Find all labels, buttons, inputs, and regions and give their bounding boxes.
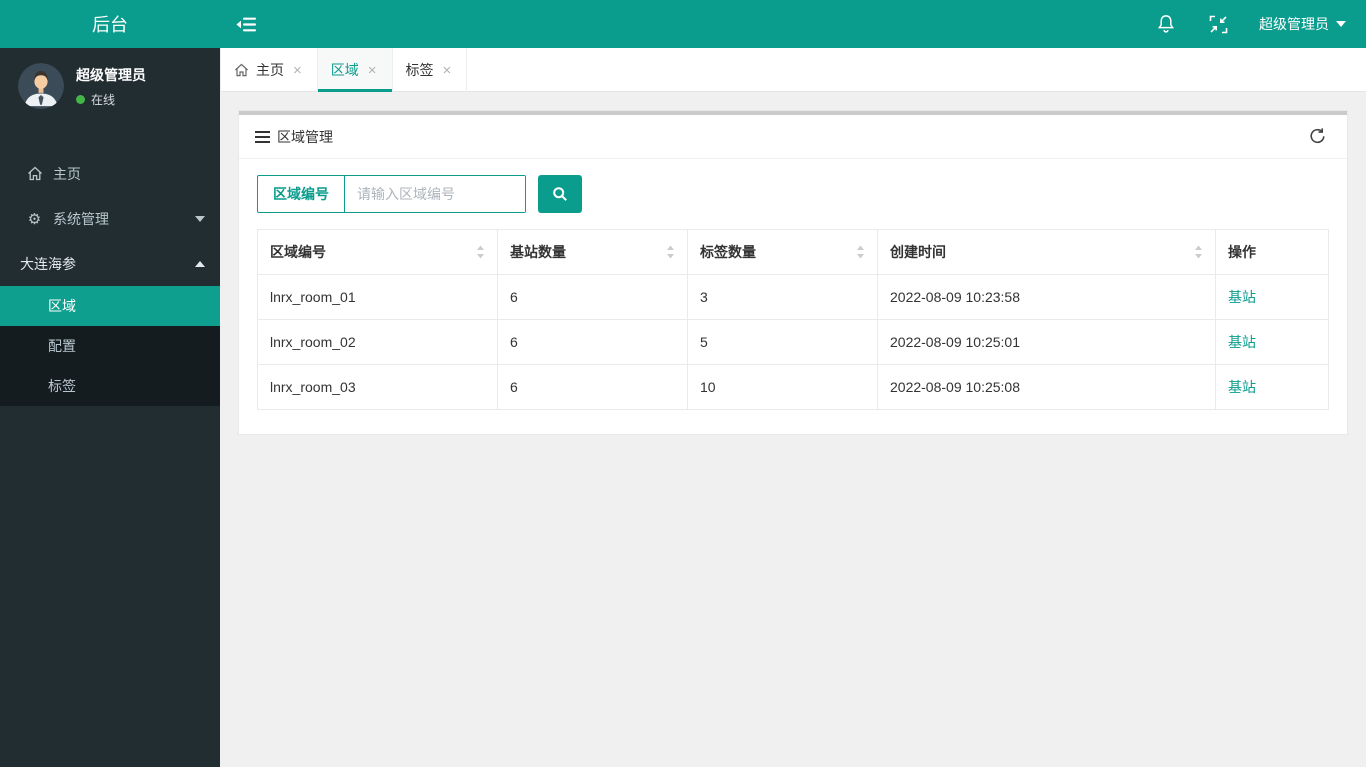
cell-region-id: lnrx_room_02 <box>257 319 498 365</box>
base-station-link[interactable]: 基站 <box>1228 334 1256 350</box>
refresh-icon <box>1310 128 1325 144</box>
close-icon[interactable]: × <box>366 61 379 80</box>
base-station-link[interactable]: 基站 <box>1228 289 1256 305</box>
home-icon <box>234 63 249 77</box>
admin-app: 后台 超级管理员 在线 主页 ⚙ 系统管理 大连海参 区域 配置 标签 超级管理… <box>0 0 1366 767</box>
tab-label: 主页 <box>256 62 284 78</box>
cell-base-stations: 6 <box>497 319 688 365</box>
table-row: lnrx_room_01 6 3 2022-08-09 10:23:58 基站 <box>257 274 1329 320</box>
sidebar-item-config[interactable]: 配置 <box>0 326 220 366</box>
column-header-base-stations[interactable]: 基站数量 <box>497 229 688 275</box>
brand-logo: 后台 <box>0 0 220 48</box>
user-name: 超级管理员 <box>76 66 146 83</box>
cell-tags: 10 <box>687 364 878 410</box>
card-header: 区域管理 <box>239 115 1347 159</box>
sidebar-item-dalian[interactable]: 大连海参 <box>0 241 220 286</box>
search-field-label: 区域编号 <box>258 176 345 212</box>
tab-label: 区域 <box>330 62 359 78</box>
column-header-created[interactable]: 创建时间 <box>877 229 1216 275</box>
sidebar-item-region[interactable]: 区域 <box>0 286 220 326</box>
sidebar-item-label: 大连海参 <box>20 255 76 272</box>
base-station-link[interactable]: 基站 <box>1228 379 1256 395</box>
sort-icon <box>476 245 485 259</box>
fullscreen-toggle-button[interactable] <box>1192 0 1245 48</box>
sidebar: 后台 超级管理员 在线 主页 ⚙ 系统管理 大连海参 区域 配置 标签 <box>0 0 220 767</box>
list-icon <box>255 130 270 143</box>
close-icon[interactable]: × <box>291 61 304 80</box>
table-row: lnrx_room_02 6 5 2022-08-09 10:25:01 基站 <box>257 319 1329 365</box>
tab-region[interactable]: 区域 × <box>317 48 393 92</box>
search-icon <box>553 187 567 201</box>
online-dot-icon <box>76 94 85 104</box>
refresh-button[interactable] <box>1304 123 1331 150</box>
cell-base-stations: 6 <box>497 364 688 410</box>
cell-created: 2022-08-09 10:25:01 <box>877 319 1216 365</box>
sort-icon <box>856 245 865 259</box>
sidebar-item-home[interactable]: 主页 <box>0 151 220 196</box>
page-title: 区域管理 <box>277 128 333 145</box>
user-dropdown[interactable]: 超级管理员 <box>1245 0 1366 48</box>
top-header: 超级管理员 <box>220 0 1366 48</box>
column-header-tags[interactable]: 标签数量 <box>687 229 878 275</box>
sort-icon <box>1194 245 1203 259</box>
search-row: 区域编号 <box>257 175 1329 213</box>
home-icon <box>26 166 43 181</box>
cell-base-stations: 6 <box>497 274 688 320</box>
table-header-row: 区域编号 基站数量 标签数量 创建时间 操作 <box>257 229 1329 275</box>
gear-icon: ⚙ <box>27 210 42 228</box>
close-icon[interactable]: × <box>441 61 454 80</box>
sidebar-item-label: 系统管理 <box>53 210 109 227</box>
notifications-button[interactable] <box>1140 0 1192 48</box>
region-table: 区域编号 基站数量 标签数量 创建时间 操作 lnrx_room_01 6 3 … <box>257 229 1329 410</box>
sidebar-submenu: 区域 配置 标签 <box>0 286 220 406</box>
sidebar-item-tag[interactable]: 标签 <box>0 366 220 406</box>
sidebar-toggle-button[interactable] <box>220 0 272 48</box>
sidebar-item-label: 区域 <box>48 298 76 314</box>
region-management-card: 区域管理 区域编号 请输入区域编号 区域编号 基站数量 标签数量 创建时间 操作… <box>238 110 1348 435</box>
cell-tags: 3 <box>687 274 878 320</box>
tab-bar: 主页 × 区域 × 标签 × <box>220 48 1366 92</box>
card-body: 区域编号 区域编号 <box>239 159 1347 434</box>
search-button[interactable] <box>538 175 582 213</box>
chevron-up-icon <box>195 260 205 267</box>
sidebar-item-label: 标签 <box>48 378 76 394</box>
column-header-region-id[interactable]: 区域编号 <box>257 229 498 275</box>
sidebar-item-system[interactable]: ⚙ 系统管理 <box>0 196 220 241</box>
bell-icon <box>1158 15 1174 33</box>
cell-created: 2022-08-09 10:23:58 <box>877 274 1216 320</box>
region-id-search-input[interactable] <box>345 176 525 212</box>
user-status: 在线 <box>91 92 116 107</box>
sidebar-item-label: 主页 <box>53 165 81 182</box>
tab-home[interactable]: 主页 × <box>220 48 318 92</box>
search-input-group: 区域编号 <box>257 175 526 213</box>
compress-icon <box>1209 15 1228 33</box>
tab-tag[interactable]: 标签 × <box>393 48 468 92</box>
sidebar-item-label: 配置 <box>48 338 76 354</box>
avatar <box>18 63 64 109</box>
cell-region-id: lnrx_room_03 <box>257 364 498 410</box>
sort-icon <box>666 245 675 259</box>
column-header-actions: 操作 <box>1215 229 1329 275</box>
cell-tags: 5 <box>687 319 878 365</box>
tab-label: 标签 <box>405 62 434 78</box>
sidebar-nav: 主页 ⚙ 系统管理 大连海参 区域 配置 标签 <box>0 151 220 406</box>
user-dropdown-label: 超级管理员 <box>1259 16 1329 32</box>
menu-fold-icon <box>236 17 256 31</box>
chevron-down-icon <box>195 215 205 222</box>
main-content: 区域管理 区域编号 请输入区域编号 区域编号 基站数量 标签数量 创建时间 操作… <box>220 92 1366 767</box>
table-row: lnrx_room_03 6 10 2022-08-09 10:25:08 基站 <box>257 364 1329 410</box>
user-panel: 超级管理员 在线 <box>0 48 220 121</box>
cell-created: 2022-08-09 10:25:08 <box>877 364 1216 410</box>
caret-down-icon <box>1336 21 1346 27</box>
cell-region-id: lnrx_room_01 <box>257 274 498 320</box>
